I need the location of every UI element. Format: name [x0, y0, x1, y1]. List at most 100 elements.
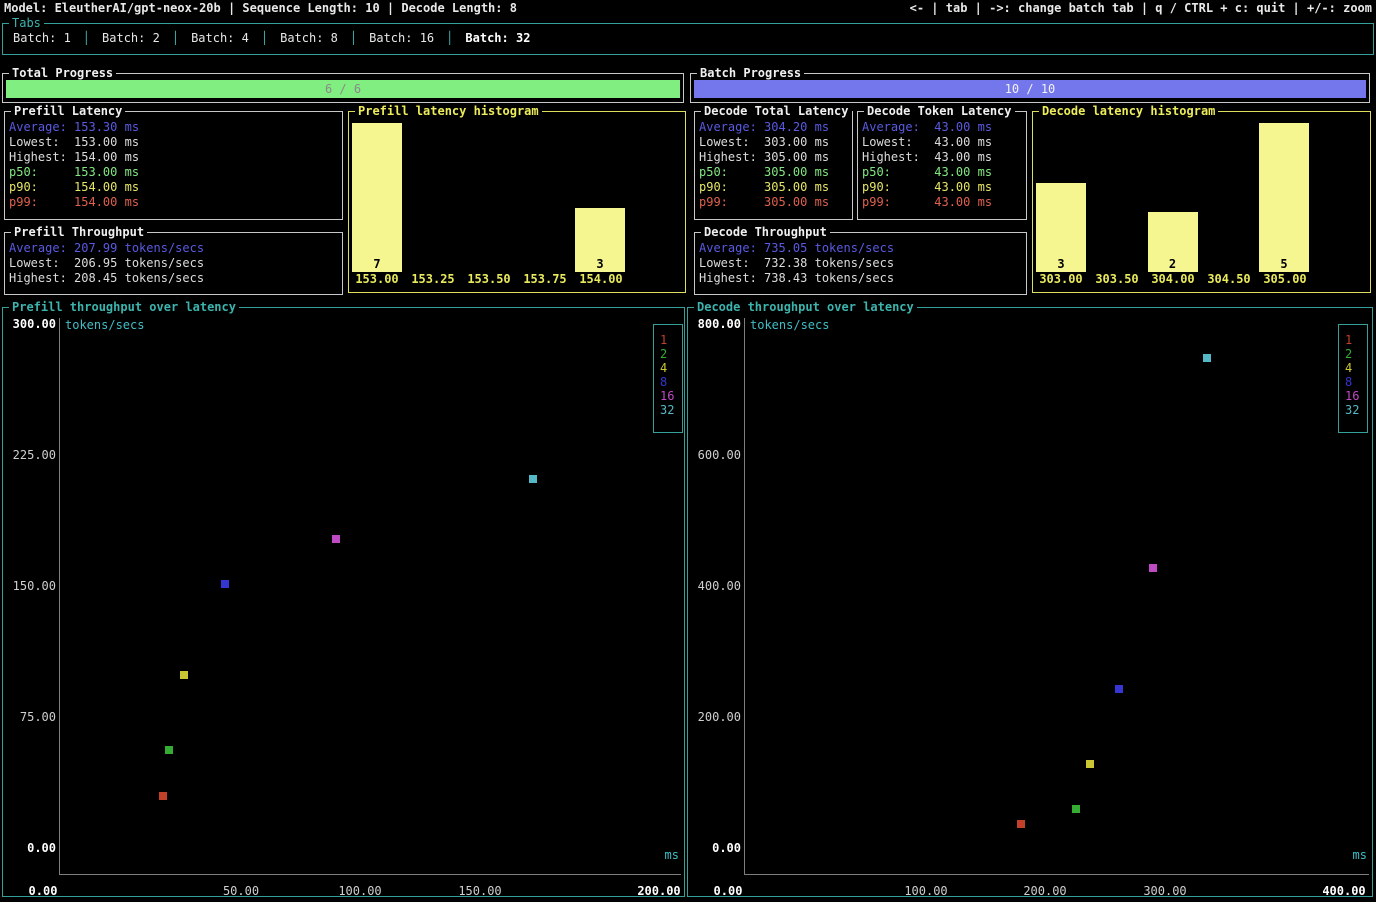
decode-total-latency-stats: Average: 304.20 msLowest: 303.00 msHighe…: [695, 112, 852, 210]
batch-progress-panel: Batch Progress 10 / 10: [690, 73, 1370, 103]
decode-total-latency-title: Decode Total Latency: [701, 104, 852, 119]
prefill-histogram-title: Prefill latency histogram: [355, 104, 542, 119]
prefill-latency-histogram: Prefill latency histogram 153.007153.251…: [348, 111, 686, 293]
x-tick-label: 0.00: [693, 884, 763, 899]
legend-entry-2: 2: [1345, 347, 1367, 361]
model-info: Model: EleutherAI/gpt-neox-20b | Sequenc…: [4, 1, 517, 16]
x-tick-label: 100.00: [891, 884, 961, 899]
tab-separator: │: [434, 31, 465, 45]
x-tick-label: 100.00: [325, 884, 395, 899]
y-tick-label: 225.00: [7, 448, 56, 463]
legend-entry-32: 32: [660, 403, 682, 417]
decode-scatter-plot: Decode throughput over latency tokens/se…: [687, 307, 1373, 897]
x-tick-label: 0.00: [8, 884, 78, 899]
legend-entry-16: 16: [660, 389, 682, 403]
scatter-point-batch-2: [1072, 805, 1080, 813]
x-tick-label: 50.00: [206, 884, 276, 899]
tabs-panel: Tabs Batch: 1│Batch: 2│Batch: 4│Batch: 8…: [2, 23, 1374, 55]
stat-line: p50: 305.00 ms: [695, 165, 852, 180]
legend-box: 12481632: [1338, 324, 1368, 433]
hist-x-label: 305.00: [1257, 272, 1313, 287]
total-progress-title: Total Progress: [9, 66, 116, 81]
tab-separator: │: [249, 31, 280, 45]
scatter-point-batch-4: [1086, 760, 1094, 768]
prefill-latency-title: Prefill Latency: [11, 104, 125, 119]
hist-x-label: 153.50: [461, 272, 517, 287]
hist-bar: 2: [1148, 212, 1198, 272]
legend-entry-32: 32: [1345, 403, 1367, 417]
x-tick-label: 300.00: [1130, 884, 1200, 899]
terminal-screen: Model: EleutherAI/gpt-neox-20b | Sequenc…: [0, 0, 1376, 902]
tab-separator: │: [71, 31, 102, 45]
y-tick-label: 800.00: [692, 317, 741, 332]
y-axis-unit-label: tokens/secs: [65, 318, 144, 333]
scatter-point-batch-32: [529, 475, 537, 483]
hist-bar-count: 7: [352, 257, 402, 272]
decode-histogram-title: Decode latency histogram: [1039, 104, 1218, 119]
stat-line: Average: 207.99 tokens/secs: [5, 241, 342, 256]
hist-x-label: 304.50: [1201, 272, 1257, 287]
hist-x-label: 304.00: [1145, 272, 1201, 287]
x-tick-label: 400.00: [1309, 884, 1376, 899]
prefill-throughput-title: Prefill Throughput: [11, 225, 147, 240]
tab-batch-2[interactable]: Batch: 2: [102, 31, 160, 45]
prefill-throughput-panel: Prefill Throughput Average: 207.99 token…: [4, 232, 343, 295]
hist-x-label: 303.00: [1033, 272, 1089, 287]
batch-progress-value: 10 / 10: [1005, 80, 1056, 98]
scatter-point-batch-4: [180, 671, 188, 679]
legend-entry-1: 1: [1345, 333, 1367, 347]
legend-box: 12481632: [653, 324, 683, 433]
header-bar: Model: EleutherAI/gpt-neox-20b | Sequenc…: [4, 1, 1372, 16]
y-tick-label: 0.00: [7, 841, 56, 856]
decode-token-latency-panel: Decode Token Latency Average: 43.00 msLo…: [857, 111, 1027, 220]
y-tick-label: 75.00: [7, 710, 56, 725]
scatter-point-batch-16: [1149, 564, 1157, 572]
tab-batch-16[interactable]: Batch: 16: [369, 31, 434, 45]
stat-line: Lowest: 303.00 ms: [695, 135, 852, 150]
x-axis-line: [744, 874, 1369, 875]
legend-entry-1: 1: [660, 333, 682, 347]
tab-batch-4[interactable]: Batch: 4: [191, 31, 249, 45]
stat-line: p90: 154.00 ms: [5, 180, 342, 195]
stat-line: Lowest: 732.38 tokens/secs: [695, 256, 1026, 271]
hist-bar-count: 3: [1036, 257, 1086, 272]
prefill-latency-panel: Prefill Latency Average: 153.30 msLowest…: [4, 111, 343, 220]
scatter-point-batch-8: [1115, 685, 1123, 693]
tab-separator: │: [338, 31, 369, 45]
y-tick-label: 300.00: [7, 317, 56, 332]
x-tick-label: 200.00: [1010, 884, 1080, 899]
scatter-point-batch-32: [1203, 354, 1211, 362]
hist-bar: 7: [352, 123, 402, 272]
batch-tabs: Batch: 1│Batch: 2│Batch: 4│Batch: 8│Batc…: [3, 24, 1373, 46]
hist-x-label: 154.00: [573, 272, 629, 287]
scatter-point-batch-1: [1017, 820, 1025, 828]
y-tick-label: 400.00: [692, 579, 741, 594]
legend-entry-8: 8: [1345, 375, 1367, 389]
keybinds-help: <- | tab | ->: change batch tab | q / CT…: [910, 1, 1372, 16]
y-tick-label: 150.00: [7, 579, 56, 594]
decode-token-latency-title: Decode Token Latency: [864, 104, 1015, 119]
prefill-latency-stats: Average: 153.30 msLowest: 153.00 msHighe…: [5, 112, 342, 210]
hist-bar: 5: [1259, 123, 1309, 272]
decode-scatter-title: Decode throughput over latency: [694, 300, 917, 315]
tab-batch-32[interactable]: Batch: 32: [465, 31, 530, 45]
stat-line: Average: 735.05 tokens/secs: [695, 241, 1026, 256]
decode-total-latency-panel: Decode Total Latency Average: 304.20 msL…: [694, 111, 853, 220]
hist-x-label: 153.75: [517, 272, 573, 287]
prefill-scatter-title: Prefill throughput over latency: [9, 300, 239, 315]
y-axis-line: [59, 318, 60, 874]
tab-batch-1[interactable]: Batch: 1: [13, 31, 71, 45]
stat-line: Highest: 43.00 ms: [858, 150, 1026, 165]
tabs-panel-title: Tabs: [9, 16, 44, 31]
decode-throughput-panel: Decode Throughput Average: 735.05 tokens…: [694, 232, 1027, 295]
decode-token-latency-stats: Average: 43.00 msLowest: 43.00 msHighest…: [858, 112, 1026, 210]
total-progress-bar: 6 / 6: [6, 80, 680, 98]
decode-latency-histogram: Decode latency histogram 303.003303.5030…: [1032, 111, 1371, 293]
x-tick-label: 200.00: [624, 884, 694, 899]
tab-separator: │: [160, 31, 191, 45]
total-progress-panel: Total Progress 6 / 6: [2, 73, 684, 103]
tab-batch-8[interactable]: Batch: 8: [280, 31, 338, 45]
x-axis-line: [59, 874, 681, 875]
decode-throughput-stats: Average: 735.05 tokens/secsLowest: 732.3…: [695, 233, 1026, 286]
stat-line: Highest: 738.43 tokens/secs: [695, 271, 1026, 286]
